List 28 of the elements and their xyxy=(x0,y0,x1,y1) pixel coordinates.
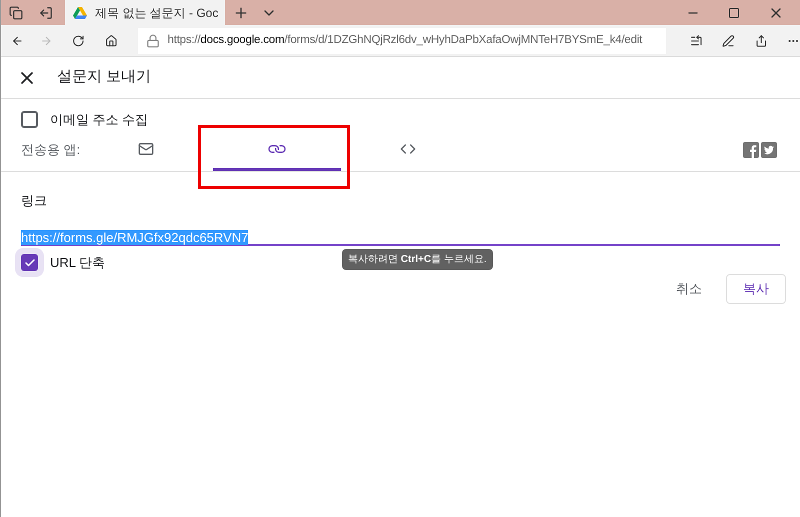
facebook-icon[interactable] xyxy=(743,142,759,158)
dialog-title: 설문지 보내기 xyxy=(57,67,152,88)
mail-icon xyxy=(138,140,154,156)
checkbox-label: 이메일 주소 수집 xyxy=(50,111,148,129)
lock-icon xyxy=(146,34,160,48)
tabs-aside-icon[interactable] xyxy=(9,6,23,20)
browser-tab[interactable]: 제목 없는 설문지 - Goc xyxy=(65,0,225,25)
cancel-button[interactable]: 취소 xyxy=(660,274,718,304)
copy-button[interactable]: 복사 xyxy=(726,274,786,304)
set-aside-icon[interactable] xyxy=(39,6,53,20)
address-bar[interactable]: https://docs.google.com/forms/d/1DZGhNQjRzl6dv_wHyhDaPbXafaOwjMNTeH7BYSmE_k4/edit xyxy=(138,28,666,54)
drive-logo-icon xyxy=(73,6,87,18)
url-text: https://docs.google.com/forms/d/1DZGhNQjRzl6dv_wHyhDaPbXafaOwjMNTeH7BYSmE_k4/edit xyxy=(168,32,642,48)
check-icon xyxy=(24,256,36,269)
checkbox[interactable] xyxy=(21,254,38,272)
refresh-icon[interactable] xyxy=(72,32,85,48)
tab-title: 제목 없는 설문지 - Goc xyxy=(95,4,218,22)
link-label: 링크 xyxy=(21,192,48,210)
share-icon[interactable] xyxy=(754,32,768,48)
tooltip: 복사하려면 Ctrl+C를 누르세요. xyxy=(342,249,493,270)
maximize-icon[interactable] xyxy=(728,6,740,18)
send-via-label: 전송용 앱: xyxy=(21,141,82,160)
checkbox-label: URL 단축 xyxy=(50,254,106,272)
twitter-icon[interactable] xyxy=(761,142,777,158)
home-icon[interactable] xyxy=(104,32,118,48)
new-tab-icon[interactable] xyxy=(233,4,249,20)
pen-icon[interactable] xyxy=(722,32,735,48)
checkbox[interactable] xyxy=(21,111,38,128)
